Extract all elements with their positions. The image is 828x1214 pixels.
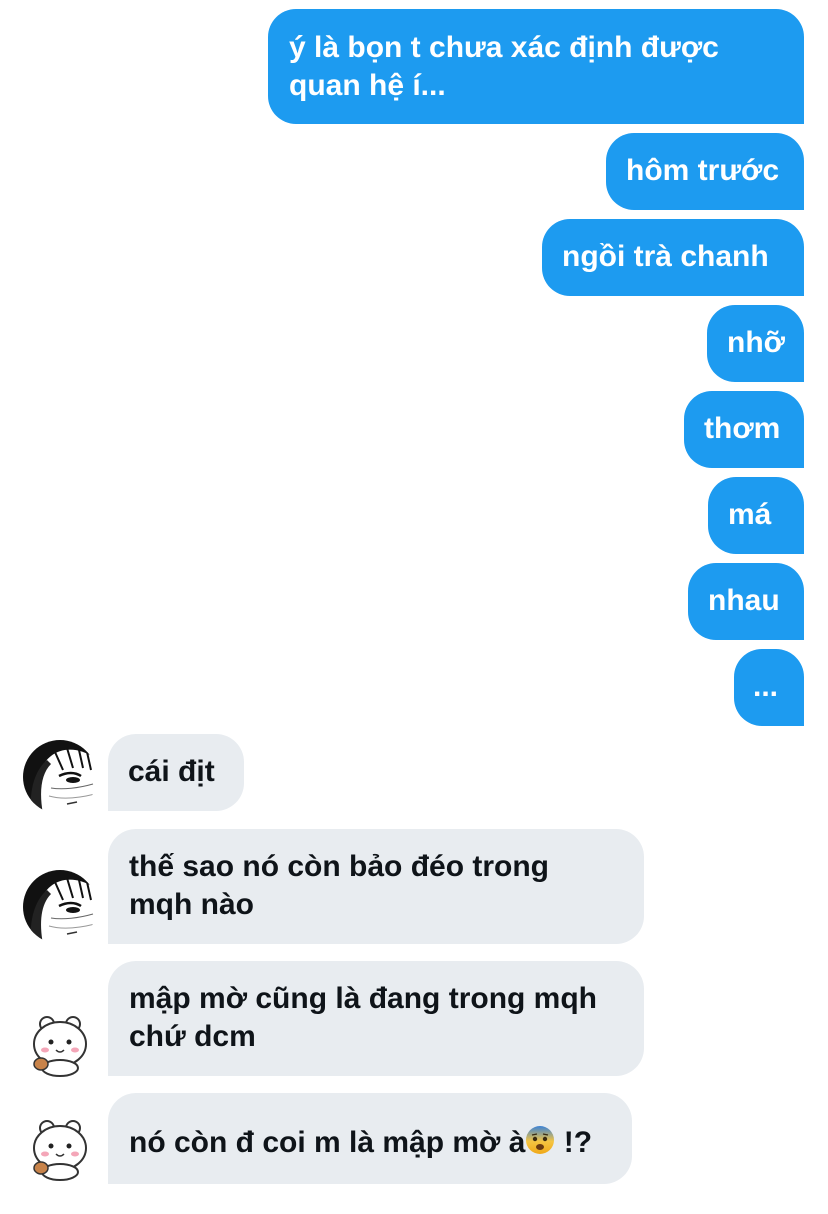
message-text: nhau — [708, 584, 780, 617]
message-text-line: ý là bọn t chưa xác định được — [289, 31, 719, 64]
message-text: má — [728, 498, 772, 531]
white-bear-icon — [23, 1108, 97, 1182]
outgoing-message[interactable]: má — [708, 477, 804, 554]
message-text: nó còn đ coi m là mập mờ à — [129, 1126, 526, 1159]
outgoing-message[interactable]: nhau — [688, 563, 804, 640]
manga-face-icon — [23, 870, 97, 944]
incoming-message[interactable]: cái địt — [108, 734, 244, 811]
manga-face-avatar[interactable] — [23, 740, 97, 814]
message-text: thơm — [704, 412, 781, 445]
message-text-line: chứ dcm — [129, 1020, 256, 1053]
outgoing-message[interactable]: ý là bọn t chưa xác định được quan hệ í.… — [268, 9, 804, 124]
outgoing-message[interactable]: ... — [734, 649, 804, 726]
outgoing-message[interactable]: nhỡ — [707, 305, 804, 382]
incoming-message[interactable]: nó còn đ coi m là mập mờ à !? — [108, 1093, 632, 1184]
message-text-line: thế sao nó còn bảo đéo trong — [129, 850, 549, 883]
white-bear-avatar[interactable] — [23, 1004, 97, 1078]
outgoing-message[interactable]: hôm trước — [606, 133, 804, 210]
incoming-message[interactable]: mập mờ cũng là đang trong mqh chứ dcm — [108, 961, 644, 1076]
message-text: hôm trước — [626, 154, 780, 187]
message-text: cái địt — [128, 755, 215, 788]
outgoing-message[interactable]: thơm — [684, 391, 804, 468]
message-text: ngồi trà chanh — [562, 240, 769, 273]
fearful-face-icon — [526, 1126, 555, 1154]
message-text: !? — [555, 1126, 593, 1159]
message-text-line: quan hệ í... — [289, 69, 446, 102]
fearful-face-emoji — [525, 1125, 555, 1165]
message-text: nhỡ — [727, 326, 785, 359]
message-text-line: mqh nào — [129, 888, 254, 921]
manga-face-avatar[interactable] — [23, 870, 97, 944]
message-text-line: mập mờ cũng là đang trong mqh — [129, 982, 598, 1015]
message-text: ... — [753, 670, 779, 703]
incoming-message[interactable]: thế sao nó còn bảo đéo trong mqh nào — [108, 829, 644, 944]
outgoing-message[interactable]: ngồi trà chanh — [542, 219, 804, 296]
white-bear-icon — [23, 1004, 97, 1078]
white-bear-avatar[interactable] — [23, 1108, 97, 1182]
manga-face-icon — [23, 740, 97, 814]
